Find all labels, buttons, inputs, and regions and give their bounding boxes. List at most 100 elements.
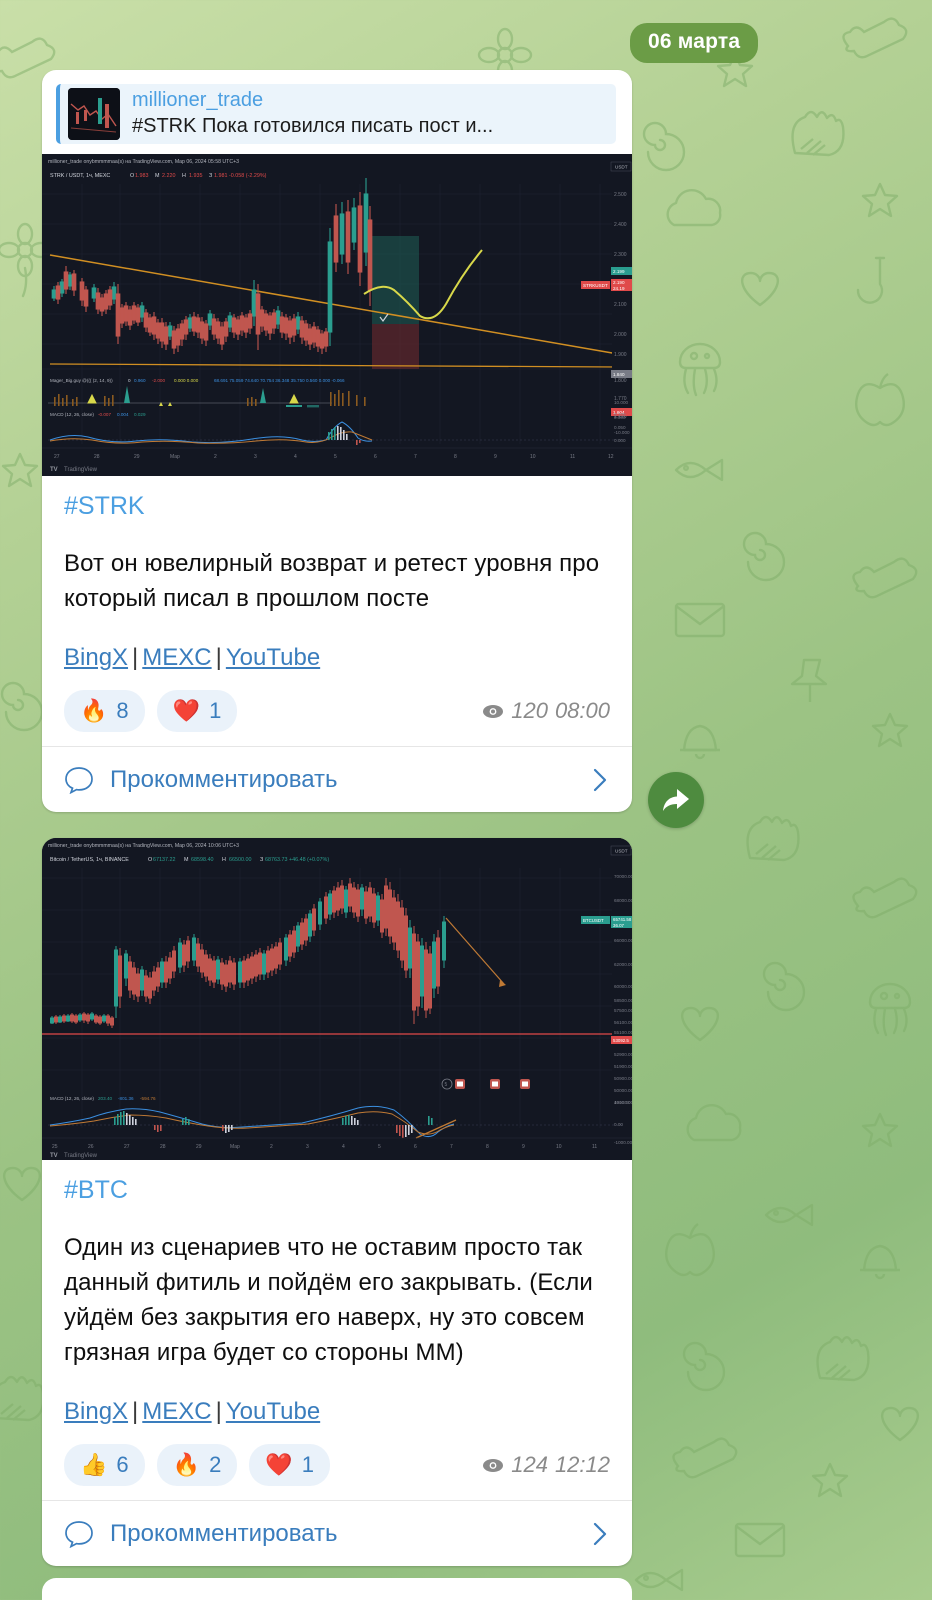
svg-text:1.900: 1.900 (614, 352, 627, 358)
forward-button[interactable] (648, 772, 704, 828)
svg-text:24.19: 24.19 (613, 286, 625, 291)
reply-quote-header[interactable]: millioner_trade #STRK Пока готовился пис… (56, 84, 616, 144)
reactions-bar: 👍 6 🔥 2 ❤️ 1 (64, 1444, 330, 1486)
svg-text:68763.73 +46.48 (+0.07%): 68763.73 +46.48 (+0.07%) (265, 857, 329, 863)
svg-text:1.935: 1.935 (189, 173, 203, 179)
link-separator: | (215, 1398, 222, 1425)
reactions-bar: 🔥 8 ❤️ 1 (64, 690, 238, 732)
svg-text:8: 8 (454, 454, 457, 460)
svg-text:О: О (130, 173, 134, 179)
comment-bubble-icon (65, 1520, 93, 1548)
reaction-count: 8 (116, 698, 129, 723)
svg-text:1.983: 1.983 (135, 173, 149, 179)
link-mexc[interactable]: MEXC (142, 1398, 211, 1425)
heart-reaction[interactable]: ❤️ 1 (249, 1444, 330, 1486)
comment-bubble-icon (65, 766, 93, 794)
svg-text:4: 4 (342, 1144, 345, 1150)
heart-reaction[interactable]: ❤️ 1 (156, 690, 238, 732)
link-youtube[interactable]: YouTube (226, 1398, 320, 1425)
reply-thumbnail (68, 88, 120, 140)
svg-text:2: 2 (214, 454, 217, 460)
svg-text:STRK / USDT, 1ч, MEXC: STRK / USDT, 1ч, MEXC (50, 173, 110, 179)
comment-label: Прокомментировать (110, 765, 338, 793)
reply-snippet: #STRK Пока готовился писать пост и... (132, 115, 494, 137)
reaction-count: 1 (209, 698, 222, 723)
post-footer: 👍 6 🔥 2 ❤️ 1 124 12:12 (42, 1428, 632, 1500)
svg-text:26: 26 (88, 1144, 94, 1150)
svg-text:BTCUSDT: BTCUSDT (583, 918, 604, 923)
svg-text:О: О (148, 857, 152, 863)
svg-text:8: 8 (486, 1144, 489, 1150)
svg-text:2.190: 2.190 (613, 280, 625, 285)
svg-text:Мар: Мар (170, 454, 180, 460)
fire-icon: 🔥 (80, 698, 108, 723)
svg-text:68598.40: 68598.40 (191, 857, 213, 863)
post-links: BingX | MEXC | YouTube (64, 1396, 610, 1428)
link-separator: | (215, 644, 222, 671)
svg-text:50000.00: 50000.00 (614, 1088, 632, 1093)
comment-bar[interactable]: Прокомментировать (42, 746, 632, 812)
svg-text:68.691 75.059 74.640 70.754: 68.691 75.059 74.640 70.754 36.348 35.75… (214, 378, 345, 383)
comment-bar[interactable]: Прокомментировать (42, 1500, 632, 1566)
svg-text:millioner_trade onybmmmmaa(s): millioner_trade onybmmmmaa(s) на Trading… (48, 159, 239, 165)
thumbsup-reaction[interactable]: 👍 6 (64, 1444, 145, 1486)
svg-text:0.050: 0.050 (614, 425, 626, 430)
svg-text:TV: TV (50, 1153, 58, 1159)
link-bingx[interactable]: BingX (64, 1398, 128, 1425)
svg-text:62000.00: 62000.00 (614, 962, 632, 967)
svg-text:2.400: 2.400 (614, 222, 627, 228)
svg-text:-594.76: -594.76 (140, 1096, 156, 1101)
forward-icon (663, 789, 689, 811)
svg-text:TradingView: TradingView (64, 467, 98, 473)
svg-text:68000.00: 68000.00 (614, 898, 632, 903)
post-hashtag[interactable]: #STRK (64, 490, 610, 522)
svg-text:7: 7 (414, 454, 417, 460)
message-post-strk[interactable]: millioner_trade #STRK Пока готовился пис… (42, 70, 632, 812)
link-separator: | (132, 1398, 139, 1425)
svg-text:USDT: USDT (615, 165, 628, 170)
svg-text:TV: TV (50, 467, 58, 473)
svg-text:0.960: 0.960 (134, 378, 146, 383)
thumbsup-icon: 👍 (80, 1452, 108, 1477)
heart-icon: ❤️ (172, 698, 201, 723)
svg-text:70000.00: 70000.00 (614, 874, 632, 879)
chart-btc[interactable]: millioner_trade onybmmmmaa(s) на Trading… (42, 838, 632, 1160)
chevron-right-icon[interactable] (590, 766, 610, 794)
views-count: 124 (511, 1452, 548, 1477)
svg-text:2.300: 2.300 (614, 252, 627, 258)
reaction-count: 1 (301, 1452, 314, 1477)
svg-text:0.000: 0.000 (614, 438, 626, 443)
svg-text:0.00: 0.00 (614, 1122, 623, 1127)
svg-text:1.840: 1.840 (613, 372, 625, 377)
svg-text:5: 5 (334, 454, 337, 460)
svg-text:STRKUSDT: STRKUSDT (583, 283, 608, 288)
svg-text:-0.007: -0.007 (98, 412, 111, 417)
svg-text:11: 11 (570, 454, 575, 460)
svg-text:9: 9 (494, 454, 497, 460)
svg-text:USDT: USDT (615, 849, 628, 854)
reaction-count: 2 (209, 1452, 222, 1477)
comment-label: Прокомментировать (110, 1519, 338, 1547)
post-text: Один из сценариев что не оставим просто … (64, 1234, 593, 1366)
link-youtube[interactable]: YouTube (226, 644, 320, 671)
chevron-right-icon[interactable] (590, 1520, 610, 1548)
fire-reaction[interactable]: 🔥 2 (156, 1444, 238, 1486)
message-post-btc[interactable]: millioner_trade onybmmmmaa(s) на Trading… (42, 838, 632, 1566)
link-bingx[interactable]: BingX (64, 644, 128, 671)
svg-text:4: 4 (294, 454, 297, 460)
svg-text:0.004: 0.004 (117, 412, 129, 417)
fire-reaction[interactable]: 🔥 8 (64, 690, 145, 732)
post-footer: 🔥 8 ❤️ 1 120 08:00 (42, 674, 632, 746)
next-message-partial[interactable] (42, 1578, 632, 1600)
svg-text:millioner_trade onybmmmmaa(s): millioner_trade onybmmmmaa(s) на Trading… (48, 843, 239, 849)
link-mexc[interactable]: MEXC (142, 644, 211, 671)
svg-text:Н: Н (182, 173, 186, 179)
views-counter: 124 12:12 (482, 1452, 610, 1478)
svg-text:Н: Н (222, 857, 226, 863)
post-hashtag[interactable]: #BTC (64, 1174, 610, 1206)
eye-icon (483, 1458, 504, 1472)
reaction-count: 6 (116, 1452, 129, 1477)
chart-strk[interactable]: millioner_trade onybmmmmaa(s) на Trading… (42, 154, 632, 476)
svg-text:1000.00: 1000.00 (614, 1100, 631, 1105)
svg-text:50900.00: 50900.00 (614, 1076, 632, 1081)
